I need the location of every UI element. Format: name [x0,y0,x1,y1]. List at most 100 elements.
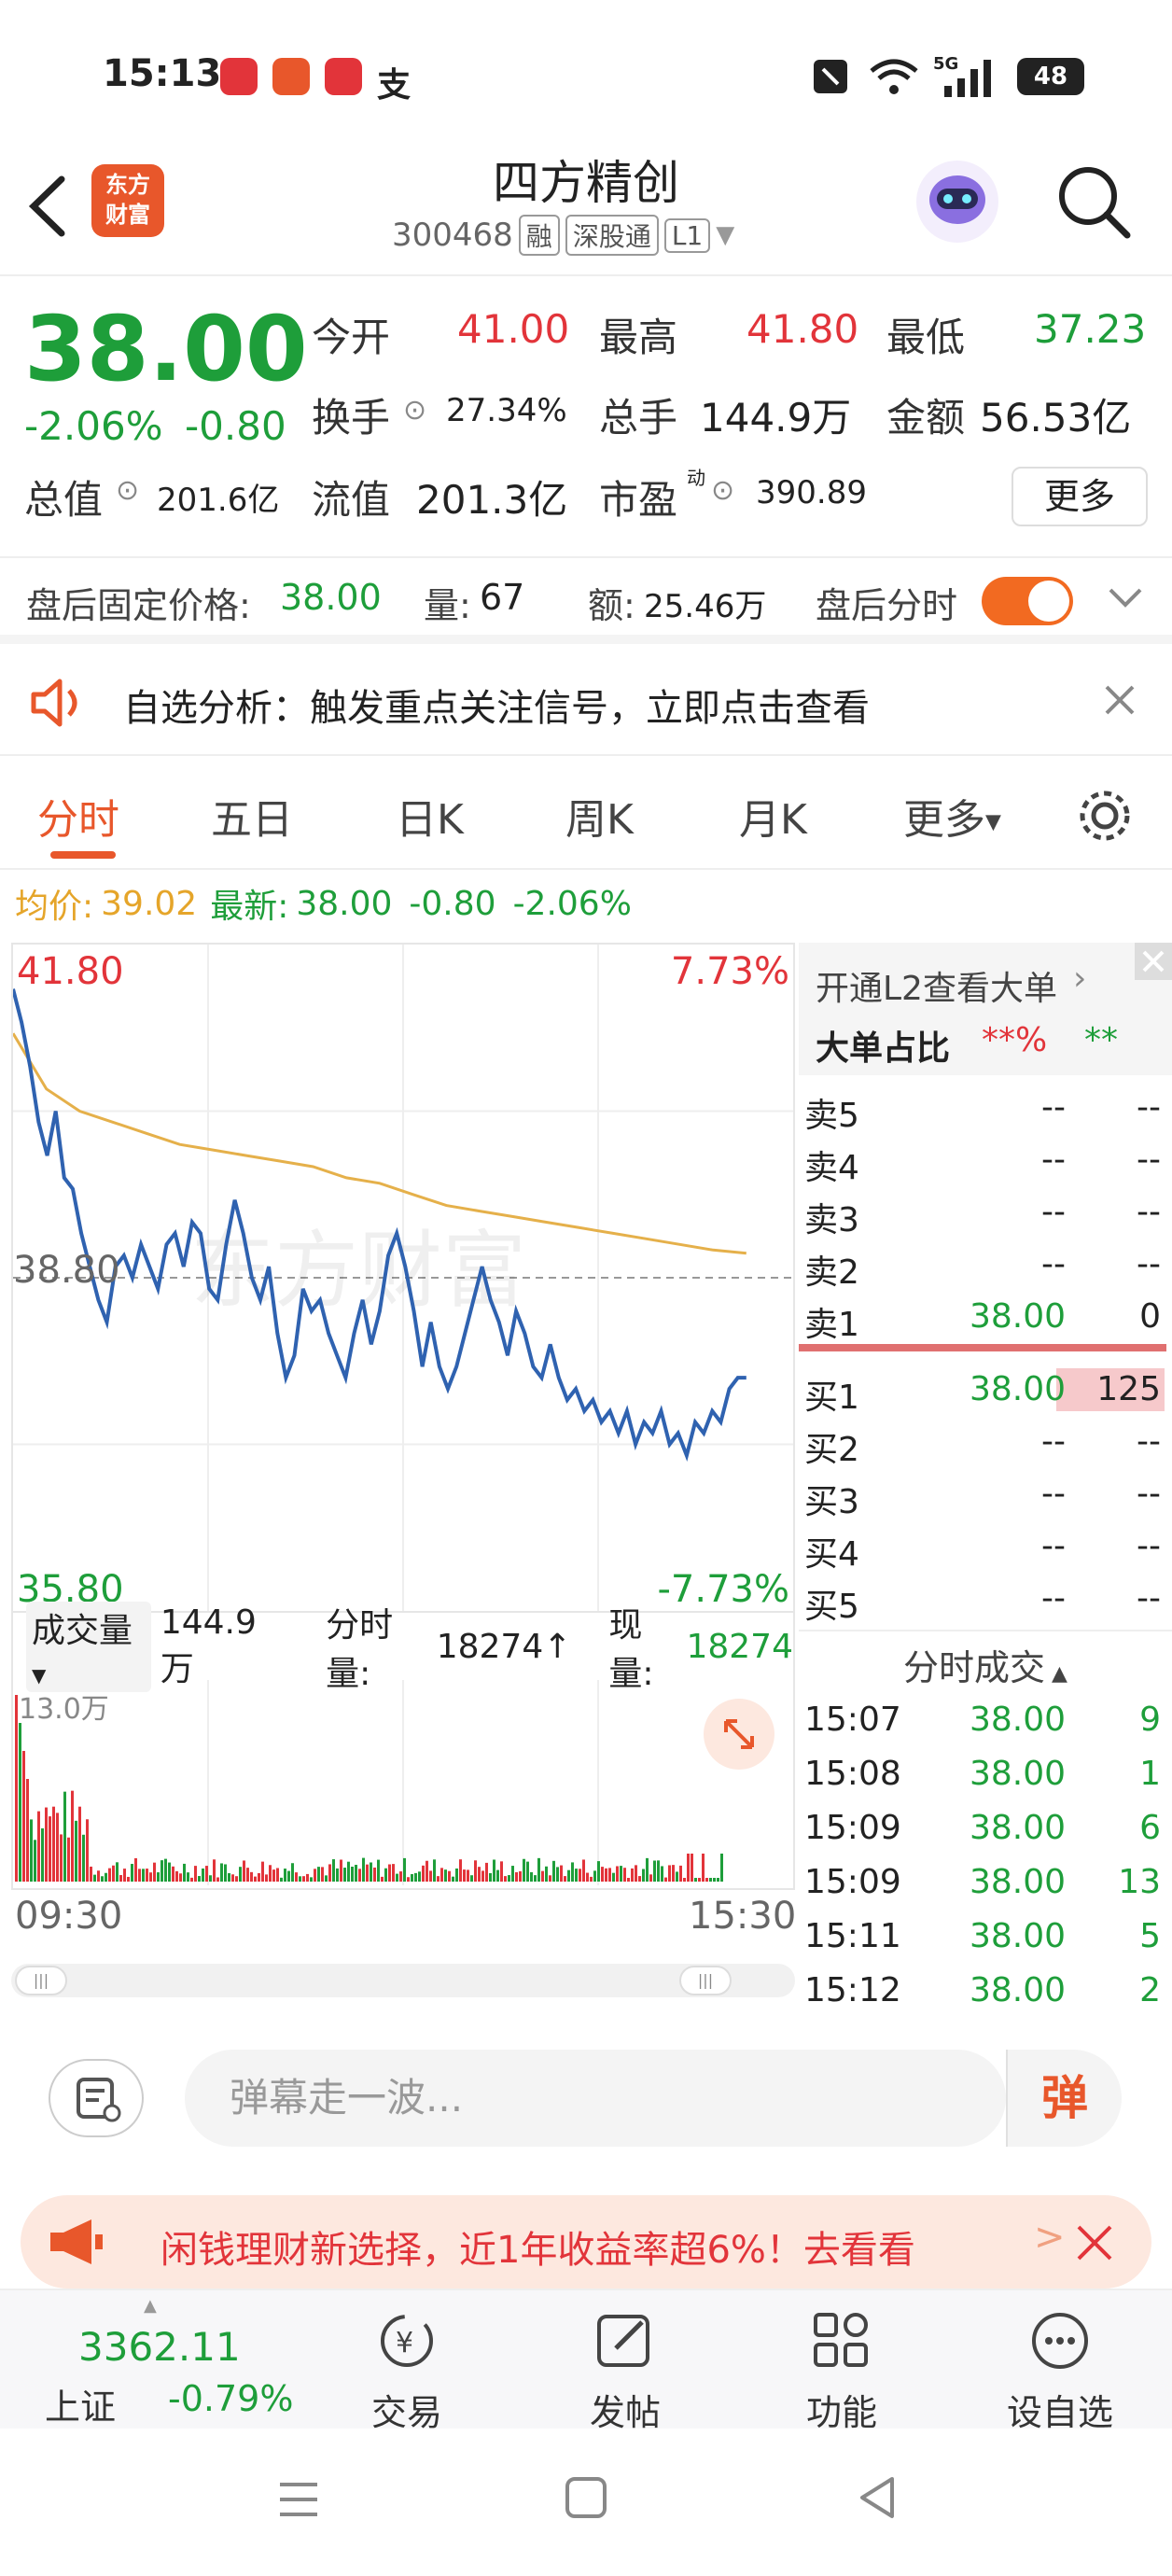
volume-bar [455,1868,458,1882]
close-icon[interactable] [1101,681,1138,719]
low-value: 37.23 [1034,306,1147,352]
info-icon[interactable]: ⊙ [403,394,426,427]
volume-bar [664,1877,667,1882]
bottom-nav: ▲ 3362.11 上证 -0.79% ¥ 交易 发帖 功能 设自选 [0,2289,1172,2433]
bid-row[interactable]: 买1 38.00 125 [804,1365,1168,1417]
volume-bar [63,1791,66,1882]
volume-bar [694,1878,697,1882]
volume-bar [317,1867,320,1882]
trades-header[interactable]: 分时成交 ▲ [799,1639,1172,1690]
volume-bar [258,1872,260,1882]
chevron-down-icon[interactable] [1107,584,1144,612]
tab-more[interactable]: 更多▼ [903,786,1001,846]
volume-bar [511,1866,514,1882]
volume-bar [668,1865,671,1882]
volume-chart[interactable]: 13.0万 [11,1680,795,1890]
volume-bar [194,1866,197,1882]
trade-time: 15:11 [804,1917,901,1955]
volume-bar [452,1876,454,1882]
l2-banner[interactable]: 开通L2查看大单 › 大单占比 **% ** [799,943,1172,1075]
tab-monthly-k[interactable]: 月K [739,786,807,846]
tab-five-day[interactable]: 五日 [211,786,293,846]
volume-bar [422,1865,425,1882]
after-timeshare-toggle[interactable] [982,577,1073,625]
ask-row[interactable]: 卖4 -- -- [804,1135,1168,1187]
trade-price: 38.00 [969,1917,1066,1955]
tab-weekly-k[interactable]: 周K [565,786,634,846]
nav-trade[interactable]: ¥ 交易 [332,2309,481,2435]
volume-bar [489,1872,492,1882]
trade-qty: 1 [1139,1755,1161,1793]
more-dots-icon [1032,2313,1088,2369]
gear-icon[interactable] [1075,786,1135,846]
volume-bar [418,1871,421,1882]
menu-icon[interactable] [276,2479,321,2520]
time-axis-start: 09:30 [15,1895,123,1938]
more-button[interactable]: 更多 [1012,467,1148,526]
book-qty: -- [1137,1141,1161,1179]
volume-bar [605,1868,607,1882]
nav-function[interactable]: 功能 [767,2309,916,2435]
volume-bar [373,1867,376,1882]
ask-row[interactable]: 卖3 -- -- [804,1187,1168,1239]
volume-bar [702,1854,705,1882]
stock-code-line[interactable]: 300468 融 深股通 L1 ▼ [392,215,734,256]
bid-row[interactable]: 买5 -- -- [804,1574,1168,1626]
nav-add-watchlist[interactable]: 设自选 [985,2309,1135,2435]
volume-bar [328,1864,331,1882]
close-icon[interactable] [1071,2219,1118,2266]
avg-price-bar: 均价: 39.02 最新: 38.00 -0.80 -2.06% [15,879,632,928]
bid-row[interactable]: 买3 -- -- [804,1469,1168,1521]
nav-post[interactable]: 发帖 [551,2309,700,2435]
danmu-send-button[interactable]: 弹 [1006,2050,1122,2147]
turnover-label: 换手 [312,395,391,441]
tab-daily-k[interactable]: 日K [396,786,464,846]
volume-bar [235,1876,238,1882]
info-icon[interactable]: ⊙ [116,474,139,507]
volume-bar [717,1878,719,1882]
open-label: 今开 [312,315,391,360]
volume-bar [272,1869,275,1882]
timeshare-chart[interactable]: 东方财富 41.80 7.73% 38.80 35.80 -7.73% [11,943,795,1613]
trade-time: 15:12 [804,1971,901,2009]
ask-row[interactable]: 卖5 -- -- [804,1083,1168,1135]
bid-row[interactable]: 买4 -- -- [804,1521,1168,1574]
back-icon[interactable] [855,2475,900,2520]
tab-timeshare[interactable]: 分时 [37,786,119,846]
volume-bar [213,1859,216,1882]
search-icon[interactable] [1054,162,1135,243]
volume-bar [429,1870,432,1882]
volume-bar [310,1877,313,1882]
volume-bar [485,1862,488,1882]
amount-value: 56.53亿 [980,395,1132,441]
bid-row[interactable]: 买2 -- -- [804,1417,1168,1469]
timeshare-vol-value: 18274↑ [436,1627,572,1666]
ask-row[interactable]: 卖1 38.00 0 [804,1292,1168,1344]
trade-row: 15:12 38.00 2 [804,1966,1168,2018]
grid-icon [814,2313,868,2367]
volume-bar [343,1868,346,1882]
volume-bar [556,1867,559,1882]
chart-scrollbar[interactable]: ||| ||| [11,1964,795,1997]
close-icon[interactable] [1135,943,1172,980]
notice-bar[interactable]: 自选分析：触发重点关注信号，立即点击查看 [0,644,1172,756]
volume-type-select[interactable]: 成交量▼ [26,1601,151,1692]
volume-bar [299,1876,301,1882]
expand-button[interactable] [704,1699,774,1770]
scroll-handle-right[interactable]: ||| [679,1966,732,1995]
volume-bar [71,1790,74,1882]
dropdown-icon: ▼ [985,810,1001,834]
danmu-settings-button[interactable] [49,2059,144,2137]
ask-row[interactable]: 卖2 -- -- [804,1239,1168,1292]
robot-assistant-icon[interactable] [913,157,1002,246]
info-icon[interactable]: ⊙ [711,474,734,507]
danmu-input[interactable]: 弹幕走一波... [185,2050,1006,2147]
volume-bar [623,1868,626,1882]
big-order-count: ** [1084,1021,1118,1059]
volume-bar [75,1820,77,1882]
ad-banner[interactable]: 闲钱理财新选择，近1年收益率超6%！去看看 > [21,2195,1151,2289]
volume-bar [493,1859,495,1882]
scroll-handle-left[interactable]: ||| [15,1966,67,1995]
volume-bar [112,1865,115,1882]
home-icon[interactable] [564,2475,608,2520]
